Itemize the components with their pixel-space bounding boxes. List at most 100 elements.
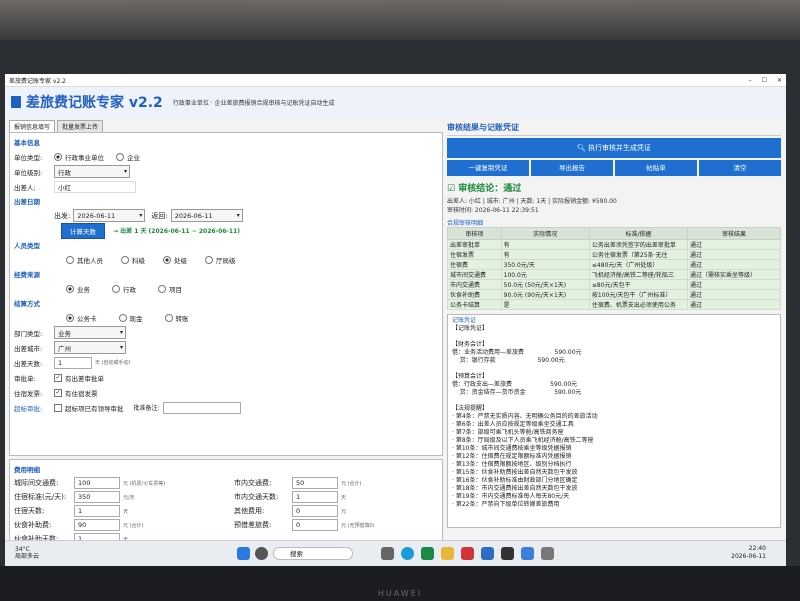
voucher-line [452,397,776,405]
radio-card[interactable]: 公务卡 [66,313,97,323]
taskbar-search[interactable]: 搜索 [273,547,353,560]
radio-admin-unit[interactable]: 行政事业单位 [54,152,104,162]
expense-hint: 元 (合计) [123,522,144,529]
radio-business[interactable]: 业务 [66,284,90,294]
maximize-icon[interactable]: ☐ [762,77,767,84]
city-label: 出差城市: [14,344,43,353]
paste-sheet-button[interactable]: 帖贴单 [615,160,697,176]
edge-icon[interactable] [401,547,414,560]
return-date[interactable]: 2026-06-11 [170,209,243,222]
radio-section[interactable]: 科级 [121,255,145,265]
voucher-line: 借：行政支出—差旅费 590.00元 [452,381,578,388]
excel-icon[interactable] [421,547,434,560]
tab-batch-upload[interactable]: 批量发票上传 [57,120,104,132]
expense-left-col: 城际间交通费: 100 元 (机票/火车票等) 住宿标准(元/天): 350 元/天 住… [14,476,234,546]
invoice-checkbox[interactable]: ✓ 有住宿发票 [54,388,98,398]
days-input[interactable]: 1 [54,356,92,369]
screen: 差旅费记账专家 v2.2 – ☐ ✕ 差旅费记账专家 v2.2 行政事业单位 ·… [5,74,786,566]
app-logo-icon [11,96,21,108]
app-icon[interactable] [521,547,534,560]
voucher-text: 【记账凭证】 【财务会计】 借：业务活动费用—差旅费 590.00元 贷：银行存款 … [452,325,776,509]
clear-button[interactable]: 清空 [699,160,781,176]
info-line-1: 出差人: 小红 | 城市: 广州 | 天数: 1天 | 实际报销金额: ¥590… [447,198,617,205]
table-cell: 公务出差须凭签字的出差审批单 [588,239,689,250]
depart-date[interactable]: 2026-06-11 [73,209,146,222]
search-taskbar-icon[interactable] [255,547,268,560]
copy-voucher-button[interactable]: 一键复制凭证 [447,160,529,176]
weather-widget[interactable]: 34°C 局部多云 [15,546,39,560]
form-panel: 基本信息 单位类型: 行政事业单位 企业 单位级别: 行政 出差人: 小红 出差… [9,132,443,456]
minimize-icon[interactable]: – [749,77,752,84]
expense-panel: 费用明细 城际间交通费: 100 元 (机票/火车票等) 住宿标准(元/天): 350… [9,459,443,553]
note-input[interactable] [162,401,241,414]
traveler-label: 出差人: [14,183,36,192]
voucher-line: · 第6条：出差人员应按规定等级乘坐交通工具 [452,421,574,428]
dept-select[interactable]: 业务 [54,326,126,339]
pen-icon[interactable] [541,547,554,560]
invoice-label: 住宿发票: [14,389,43,398]
expense-hint: 元 (无预借填0) [341,522,375,529]
local-transport-days-input[interactable]: 1 [292,491,338,503]
lodging-days-input[interactable]: 1 [74,505,120,517]
over-checkbox[interactable]: 超标项已有领导审批 [54,403,124,413]
table-cell: 通过 [687,239,781,250]
app-icon[interactable] [501,547,514,560]
section-basic: 基本信息 [14,139,40,147]
voucher-title: 记账凭证 [452,317,477,324]
approval-label: 审批单: [14,374,36,383]
table-cell: 通过 [687,249,781,260]
radio-cash[interactable]: 现金 [118,313,143,323]
return-label: 返回: [151,211,168,220]
voucher-panel[interactable]: 记账凭证 【记账凭证】 【财务会计】 借：业务活动费用—差旅费 590.00元 贷：… [447,314,781,528]
table-cell: 通过 [687,299,781,310]
radio-transfer[interactable]: 转账 [164,313,189,323]
radio-other[interactable]: 其他人员 [66,255,103,265]
column-header: 审核结果 [687,227,781,240]
app-icon[interactable] [481,547,494,560]
other-fee-input[interactable]: 0 [292,505,338,517]
approval-checkbox[interactable]: ✓ 有出差审批单 [54,373,104,383]
task-view-icon[interactable] [381,547,394,560]
app-subtitle: 行政事业单位 · 企业差旅费报销合规审核与记账凭证自动生成 [172,99,335,107]
table-cell: 住宿发票 [447,249,502,260]
form-area: 报销信息填写 批量发票上传 基本信息 单位类型: 行政事业单位 企业 单位级别:… [9,120,443,553]
meal-fee-input[interactable]: 90 [74,519,120,531]
table-cell: 90.0元 (90元/天×1天) [500,289,590,300]
expense-hint: 元 (机票/火车票等) [123,480,166,487]
voucher-line: · 第7条：部级可乘飞机头等舱/高铁商务座 [452,429,564,436]
table-cell: 城市间交通费 [447,269,502,280]
expense-label: 市内交通天数: [234,493,279,501]
voucher-line [452,365,776,373]
tab-expense-form[interactable]: 报销信息填写 [9,120,56,132]
table-cell: 通过 [687,289,781,300]
lodging-std-input[interactable]: 350 [74,491,120,503]
radio-project[interactable]: 项目 [158,284,182,294]
advance-input[interactable]: 0 [292,519,338,531]
export-report-button[interactable]: 导出报告 [531,160,613,176]
local-transport-input[interactable]: 50 [292,477,338,489]
radio-bureau[interactable]: 厅局级 [205,255,236,265]
voucher-line: · 第16条：伙食补助标准由财政部门分地区确定 [452,477,578,484]
expense-hint: 元/天 [123,494,135,501]
window-title: 差旅费记账专家 v2.2 [9,77,67,85]
table-cell: 通过 [687,259,781,270]
level-select[interactable]: 行政 [54,165,130,178]
execute-review-button[interactable]: 🔍︎ 执行审核并生成凭证 [447,138,781,158]
windows-start-icon[interactable] [237,547,250,560]
explorer-icon[interactable] [441,547,454,560]
review-title: 审核结果与记账凭证 [447,120,781,136]
close-icon[interactable]: ✕ [777,77,782,84]
table-cell: 100.0元 [500,269,590,280]
radio-admin[interactable]: 行政 [112,284,136,294]
radio-enterprise[interactable]: 企业 [116,152,140,162]
system-clock[interactable]: 22:40 2026-06-11 [731,545,766,561]
column-header: 审核项 [447,227,502,240]
app-icon[interactable] [461,547,474,560]
intercity-fee-input[interactable]: 100 [74,477,120,489]
city-select[interactable]: 广州 [54,341,126,354]
traveler-input[interactable]: 小红 [54,180,136,193]
window-titlebar: 差旅费记账专家 v2.2 – ☐ ✕ [5,74,786,87]
calc-days-button[interactable]: 计算天数 [61,222,105,239]
radio-division[interactable]: 处级 [163,255,187,265]
column-header: 标准/依据 [588,227,689,240]
